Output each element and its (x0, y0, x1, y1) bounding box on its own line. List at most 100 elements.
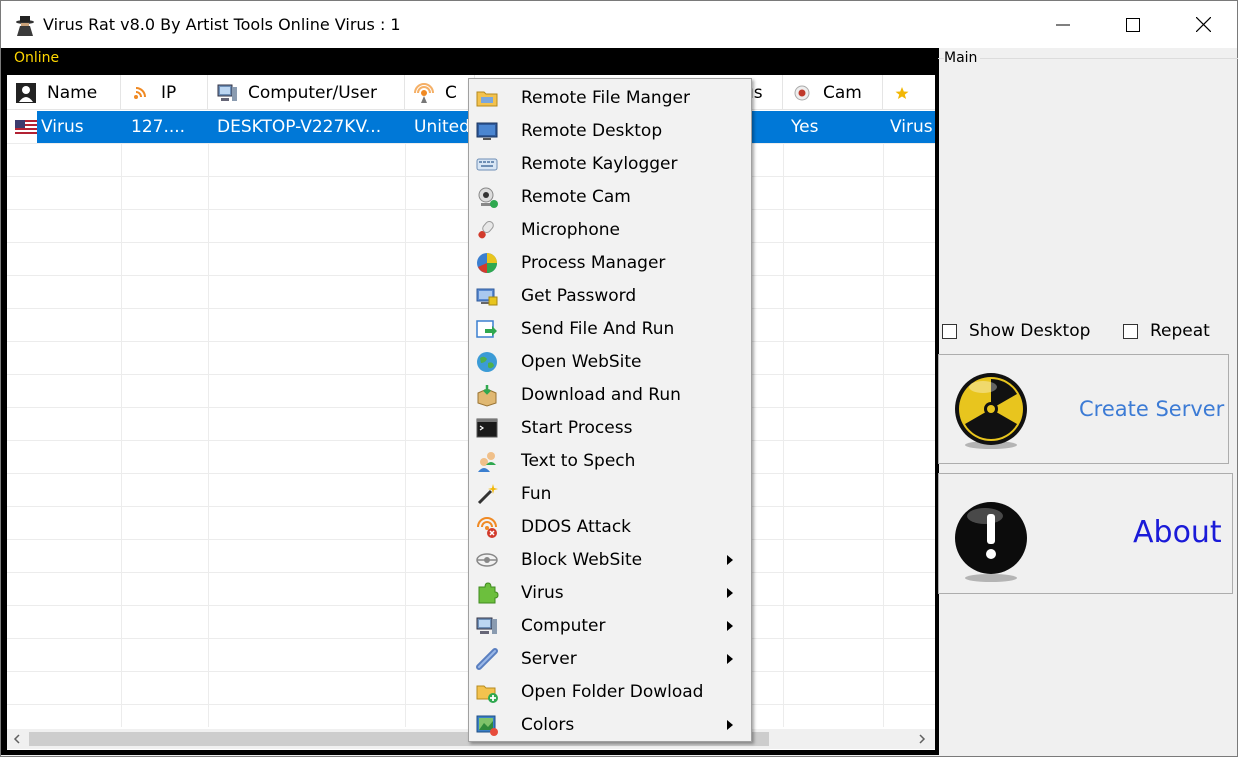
menu-item-get-password[interactable]: Get Password (469, 279, 751, 312)
column-header-label: Computer/User (248, 82, 377, 103)
rss-icon (134, 86, 146, 99)
checkbox-label: Repeat (1150, 321, 1210, 341)
submenu-arrow-icon (727, 720, 733, 730)
speech-icon (478, 452, 496, 472)
close-icon (1195, 17, 1211, 32)
column-header-cam[interactable]: Cam (783, 75, 883, 110)
submenu-arrow-icon (727, 588, 733, 598)
computer-icon (217, 84, 237, 101)
menu-item-microphone[interactable]: Microphone (469, 213, 751, 246)
user-icon (16, 82, 36, 103)
password-icon (476, 288, 498, 306)
menu-item-server[interactable]: Server (469, 642, 751, 675)
menu-item-label: Microphone (521, 220, 620, 240)
menu-item-start-process[interactable]: Start Process (469, 411, 751, 444)
menu-item-label: Remote File Manger (521, 88, 690, 108)
menu-item-download-and-run[interactable]: Download and Run (469, 378, 751, 411)
column-header-country[interactable]: C (405, 75, 475, 110)
maximize-icon (1126, 17, 1140, 32)
cell-computer-user: DESKTOP-V227KV... (217, 117, 382, 137)
ddos-icon (477, 517, 497, 538)
repeat-checkbox[interactable]: Repeat (1123, 321, 1210, 341)
menu-item-send-file-and-run[interactable]: Send File And Run (469, 312, 751, 345)
menu-item-virus[interactable]: Virus (469, 576, 751, 609)
submenu-arrow-icon (727, 555, 733, 565)
cell-name: Virus (41, 117, 84, 137)
minimize-button[interactable] (1028, 1, 1098, 48)
menu-item-label: DDOS Attack (521, 517, 632, 537)
webcam-icon (794, 85, 810, 100)
menu-item-text-to-speech[interactable]: Text to Spech (469, 444, 751, 477)
spy-app-icon (16, 16, 34, 36)
column-header-extra[interactable] (883, 75, 935, 110)
menu-item-block-website[interactable]: Block WebSite (469, 543, 751, 576)
submenu-arrow-icon (727, 621, 733, 631)
menu-item-fun[interactable]: Fun (469, 477, 751, 510)
package-icon (477, 385, 497, 407)
close-button[interactable] (1168, 1, 1238, 48)
menu-item-label: Computer (521, 616, 606, 636)
menu-item-colors[interactable]: Colors (469, 708, 751, 741)
column-header-name[interactable]: Name (7, 75, 121, 110)
main-group-caption: Main (944, 50, 981, 66)
cell-cam: Yes (791, 117, 819, 137)
maximize-button[interactable] (1098, 1, 1168, 48)
menu-item-open-website[interactable]: Open WebSite (469, 345, 751, 378)
checkbox-box[interactable] (1123, 323, 1138, 339)
menu-item-label: Download and Run (521, 385, 681, 405)
menu-item-open-folder-download[interactable]: Open Folder Dowload (469, 675, 751, 708)
exclamation-icon (955, 502, 1027, 582)
menu-item-label: Remote Kaylogger (521, 154, 678, 174)
menu-item-label: Start Process (521, 418, 633, 438)
menu-item-label: Process Manager (521, 253, 666, 273)
magic-wand-icon (477, 484, 498, 505)
menu-item-label: Send File And Run (521, 319, 675, 339)
cell-ip: 127.... (131, 117, 186, 137)
app-window: Virus Rat v8.0 By Artist Tools Online Vi… (0, 0, 1238, 757)
scroll-right-icon[interactable] (917, 734, 927, 744)
open-folder-icon (476, 685, 498, 703)
checkbox-box[interactable] (942, 323, 957, 339)
menu-item-process-manager[interactable]: Process Manager (469, 246, 751, 279)
signal-icon (414, 82, 434, 103)
radiation-icon (955, 373, 1027, 449)
grid-line (405, 111, 406, 727)
menu-item-label: Colors (521, 715, 575, 735)
keyboard-icon (476, 158, 498, 171)
menu-item-label: Open Folder Dowload (521, 682, 704, 702)
cell-extra: Virus (890, 117, 933, 137)
column-header-ip[interactable]: IP (121, 75, 208, 110)
menu-item-ddos-attack[interactable]: DDOS Attack (469, 510, 751, 543)
online-group-caption: Online (12, 50, 62, 66)
folder-icon (476, 91, 498, 107)
column-header-label: Cam (823, 82, 862, 103)
menu-item-remote-cam[interactable]: Remote Cam (469, 180, 751, 213)
desktop-icon (476, 122, 498, 140)
server-icon (476, 648, 498, 670)
menu-item-remote-desktop[interactable]: Remote Desktop (469, 114, 751, 147)
microphone-icon (478, 220, 494, 239)
create-server-label[interactable]: Create Server (1079, 397, 1224, 421)
column-header-label: IP (161, 82, 177, 103)
menu-item-label: Virus (521, 583, 564, 603)
about-label[interactable]: About (1133, 515, 1222, 550)
menu-item-remote-file-manager[interactable]: Remote File Manger (469, 81, 751, 114)
title-bar[interactable]: Virus Rat v8.0 By Artist Tools Online Vi… (1, 1, 1237, 48)
grid-line (208, 111, 209, 727)
submenu-arrow-icon (727, 654, 733, 664)
menu-item-label: Block WebSite (521, 550, 643, 570)
column-header-computer-user[interactable]: Computer/User (208, 75, 405, 110)
pie-chart-icon (477, 253, 497, 273)
puzzle-icon (478, 582, 499, 604)
minimize-icon (1056, 24, 1070, 25)
cell-country: United (414, 117, 470, 137)
menu-item-remote-keylogger[interactable]: Remote Kaylogger (469, 147, 751, 180)
menu-item-computer[interactable]: Computer (469, 609, 751, 642)
column-header-label: C (445, 82, 457, 103)
us-flag-icon (15, 120, 37, 134)
scroll-left-icon[interactable] (12, 734, 22, 744)
show-desktop-checkbox[interactable]: Show Desktop (942, 321, 1090, 341)
send-file-icon (476, 320, 497, 338)
menu-item-label: Remote Desktop (521, 121, 663, 141)
menu-item-label: Fun (521, 484, 552, 504)
